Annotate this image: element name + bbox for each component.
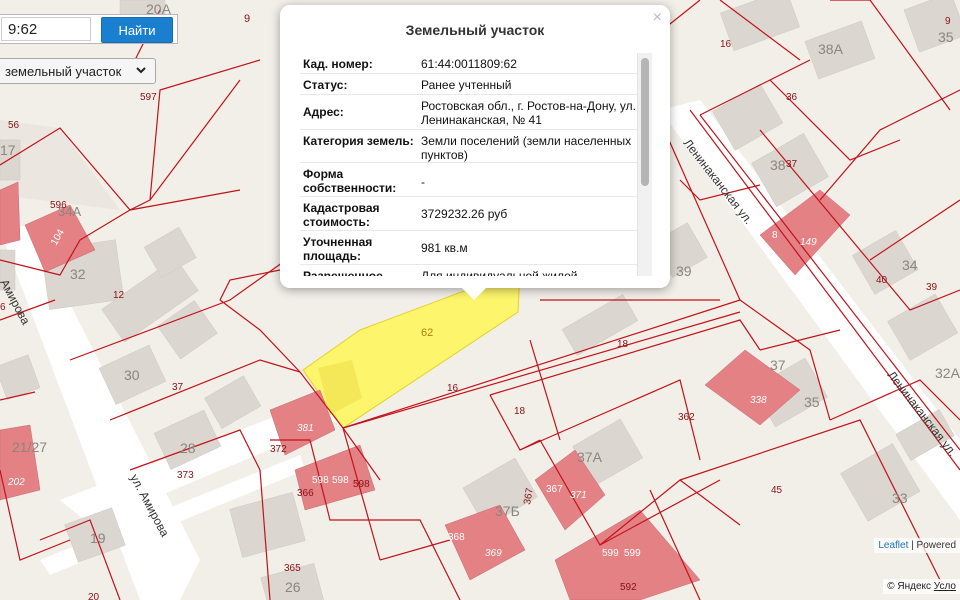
property-key: Кад. номер: — [303, 57, 373, 71]
search-box: Найти — [0, 14, 178, 44]
cadastral-search-input[interactable] — [1, 17, 91, 41]
house-number: 38 — [770, 157, 786, 173]
property-key: Кадастровая стоимость: — [303, 201, 380, 229]
scrollbar-thumb[interactable] — [641, 58, 649, 186]
house-number: 37 — [770, 357, 786, 373]
property-value: Ранее учтенный — [421, 78, 512, 92]
property-key: Адрес: — [303, 105, 344, 119]
popup-scrollbar[interactable] — [637, 53, 652, 276]
parcel-number: 18 — [514, 406, 526, 417]
parcel-number: 381 — [297, 423, 314, 434]
parcel-number: 369 — [485, 548, 502, 559]
parcel-number: 598 — [353, 479, 370, 490]
house-number: 39 — [676, 263, 692, 279]
layer-type-select[interactable]: земельный участок — [0, 58, 156, 84]
property-value: Земли поселений (земли населенных пункто… — [421, 134, 632, 162]
property-value: 3729232.26 руб — [421, 207, 508, 221]
terms-link[interactable]: Усло — [934, 581, 956, 592]
house-number: 17 — [0, 142, 16, 158]
parcel-number: 39 — [926, 282, 938, 293]
parcel-number: 9 — [945, 16, 951, 27]
parcel-number: 149 — [800, 237, 817, 248]
property-row: Разрешенное Для индивидуальной жилой — [300, 265, 652, 276]
yandex-copyright: © Яндекс — [887, 581, 932, 592]
property-row: Адрес: Ростовская обл., г. Ростов-на-Дон… — [300, 95, 652, 130]
property-row: Форма собственности: - — [300, 163, 652, 197]
parcel-number: 202 — [7, 477, 25, 488]
house-number: 21/27 — [12, 439, 47, 455]
property-key: Уточненная площадь: — [303, 235, 373, 263]
property-row: Кад. номер: 61:44:0011809:62 — [300, 53, 652, 74]
parcel-number: 6 — [0, 302, 6, 313]
parcel-info-popup: × Земельный участок Кад. номер: 61:44:00… — [280, 5, 670, 288]
parcel-number: 62 — [421, 327, 433, 339]
parcel-number: 16 — [720, 39, 732, 50]
parcel-number: 599 — [602, 548, 619, 559]
parcel-number: 597 — [140, 92, 157, 103]
parcel-number: 37 — [786, 159, 798, 170]
parcel-number: 372 — [270, 444, 287, 455]
parcel-number: 596 — [50, 200, 67, 211]
parcel-number: 367 — [546, 484, 563, 495]
house-number: 32 — [70, 266, 86, 282]
parcel-number: 18 — [617, 339, 629, 350]
property-value: 981 кв.м — [421, 241, 468, 255]
parcel-number: 12 — [113, 290, 125, 301]
parcel-number: 371 — [570, 490, 587, 501]
property-value: - — [421, 175, 425, 189]
property-key: Категория земель: — [303, 134, 414, 148]
property-key: Статус: — [303, 78, 348, 92]
parcel-number: 362 — [678, 412, 695, 423]
parcel-number: 598 — [312, 475, 329, 486]
house-number: 19 — [90, 530, 106, 546]
property-value: 61:44:0011809:62 — [421, 57, 517, 71]
parcel-number: 366 — [297, 488, 314, 499]
parcel-number: 368 — [448, 532, 465, 543]
house-number: 30 — [124, 367, 140, 383]
house-number: 34 — [902, 257, 918, 273]
property-key: Разрешенное — [303, 269, 383, 276]
property-value: Ростовская обл., г. Ростов-на-Дону, ул. … — [421, 99, 636, 127]
layer-type-selected: земельный участок — [5, 63, 122, 79]
map-attribution: Leaflet | Powered — [874, 538, 960, 553]
house-number: 38А — [818, 41, 844, 57]
parcel-number: 36 — [786, 92, 798, 103]
parcel-number: 40 — [876, 275, 888, 286]
powered-text: | Powered — [911, 540, 956, 551]
property-key: Форма собственности: — [303, 167, 397, 195]
house-number: 37А — [577, 449, 603, 465]
house-number: 28 — [180, 440, 196, 456]
parcel-number: 592 — [620, 582, 637, 593]
property-row: Кадастровая стоимость: 3729232.26 руб — [300, 197, 652, 231]
yandex-attribution: © Яндекс Усло — [883, 579, 960, 594]
house-number: 35 — [938, 29, 954, 45]
house-number: 35 — [804, 394, 820, 410]
parcel-number: 8 — [772, 230, 778, 241]
parcel-number: 45 — [771, 485, 783, 496]
house-number: 33 — [892, 490, 908, 506]
parcel-number: 365 — [284, 563, 301, 574]
parcel-number: 599 — [624, 548, 641, 559]
parcel-number: 338 — [750, 395, 767, 406]
parcel-number: 20 — [88, 592, 100, 600]
parcel-number: 56 — [8, 120, 20, 131]
search-button[interactable]: Найти — [101, 17, 173, 43]
chevron-down-icon — [136, 67, 146, 74]
parcel-number: 373 — [177, 470, 194, 481]
parcel-number: 37 — [172, 382, 184, 393]
leaflet-link[interactable]: Leaflet — [878, 540, 908, 551]
popup-title: Земельный участок — [405, 22, 545, 38]
property-row: Категория земель: Земли поселений (земли… — [300, 130, 652, 163]
house-number: 26 — [285, 579, 301, 595]
parcel-number: 598 — [332, 475, 349, 486]
property-row: Статус: Ранее учтенный — [300, 74, 652, 95]
house-number: 37Б — [495, 503, 520, 519]
property-row: Уточненная площадь: 981 кв.м — [300, 231, 652, 265]
popup-tip — [460, 286, 488, 300]
parcel-number: 16 — [447, 383, 459, 394]
house-number: 32А — [935, 365, 960, 381]
property-value: Для индивидуальной жилой — [421, 269, 578, 276]
house-number: 9 — [244, 13, 250, 25]
parcel-properties-table[interactable]: Кад. номер: 61:44:0011809:62 Статус: Ран… — [300, 53, 652, 276]
